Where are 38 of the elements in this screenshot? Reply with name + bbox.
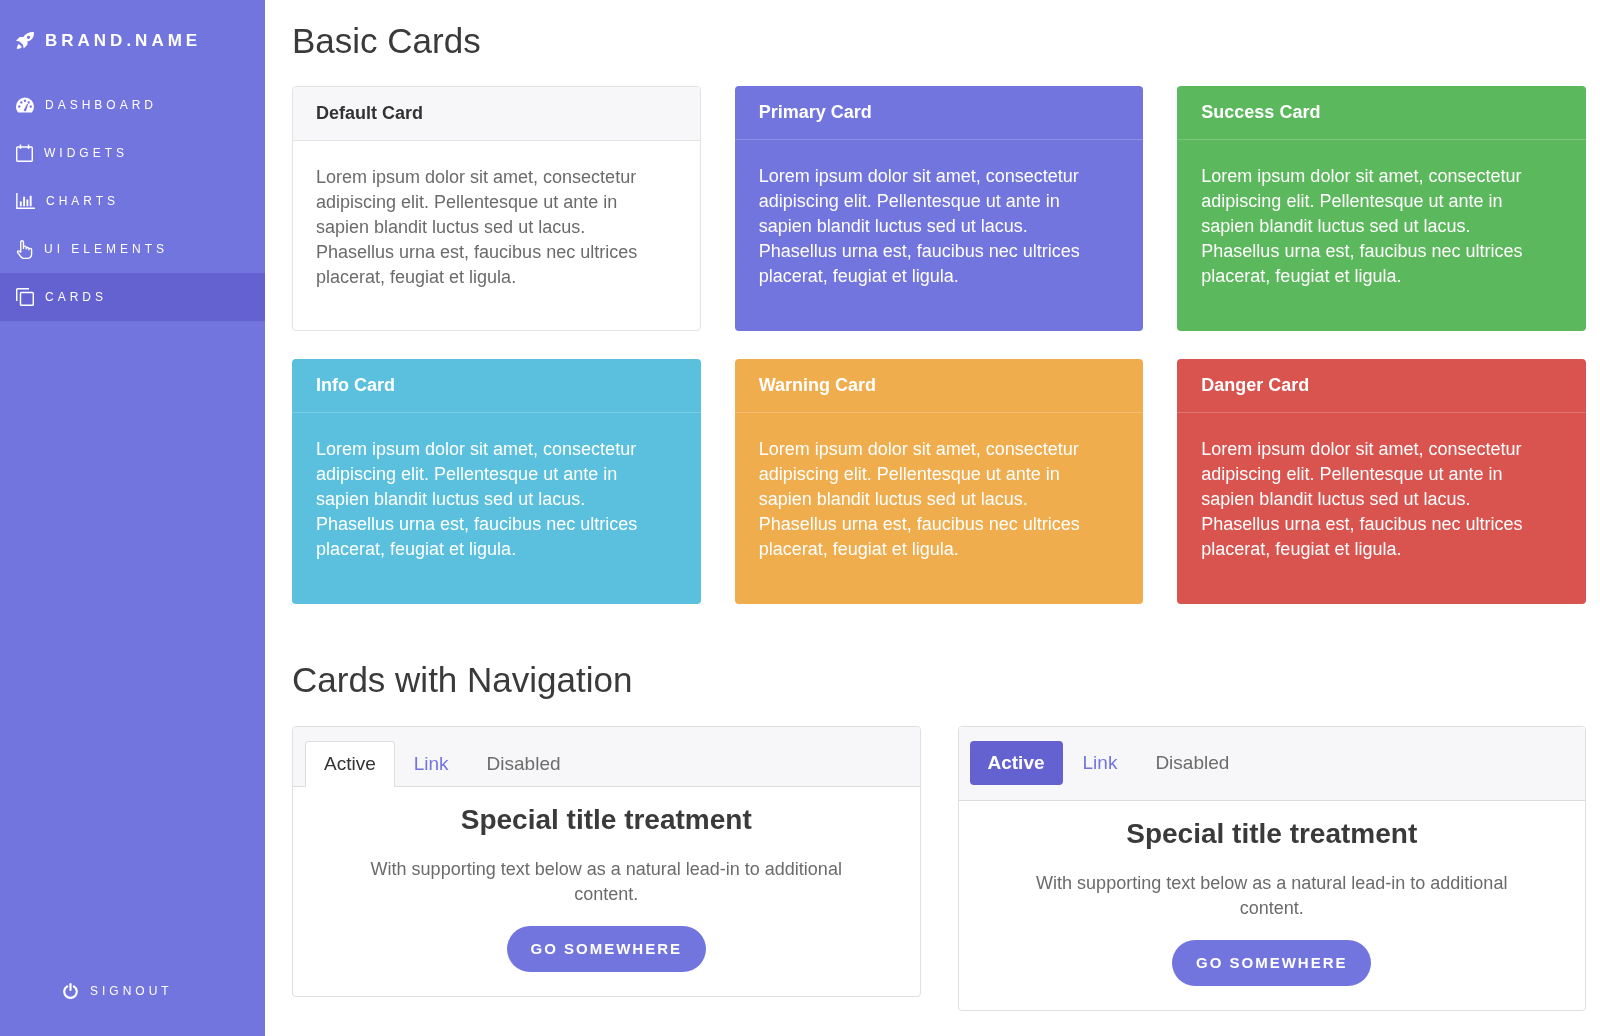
brand-link[interactable]: BRAND.NAME: [0, 0, 265, 81]
section-heading: Cards with Navigation: [292, 659, 633, 701]
card-text: Lorem ipsum dolor sit amet, consectetur adipiscing elit. Pellentesque ut ante in sapien blandit luctus sed ut lacus. Phasellus urna est, faucibus nec ultrices placerat, feugiat et ligula.: [1201, 165, 1524, 288]
card-title: Success Card: [1201, 101, 1321, 124]
sidebar-item[interactable]: UI ELEMENTS: [0, 225, 265, 273]
tab[interactable]: Link: [1064, 741, 1136, 785]
tab[interactable]: Active: [305, 741, 395, 787]
card-text: Lorem ipsum dolor sit amet, consectetur adipiscing elit. Pellentesque ut ante in sapien blandit luctus sed ut lacus. Phasellus urna est, faucibus nec ultrices placerat, feugiat et ligula.: [316, 166, 639, 289]
stacked-squares-icon: [16, 288, 34, 306]
sidebar-item[interactable]: CHARTS: [0, 177, 265, 225]
card-title: Special title treatment: [1126, 818, 1418, 850]
sidebar-item[interactable]: DASHBOARD: [0, 81, 265, 129]
card-title: Special title treatment: [460, 804, 752, 836]
gauge-icon: [16, 97, 34, 113]
card-text: Lorem ipsum dolor sit amet, consectetur adipiscing elit. Pellentesque ut ante in sapien blandit luctus sed ut lacus. Phasellus urna est, faucibus nec ultrices placerat, feugiat et ligula.: [316, 438, 639, 561]
sidebar-item[interactable]: CARDS: [0, 273, 265, 321]
tab[interactable]: Link: [394, 741, 468, 787]
action-button[interactable]: GO SOMEWHERE: [506, 926, 706, 972]
signout-link[interactable]: SIGNOUT: [63, 979, 173, 1003]
tab[interactable]: Active: [969, 741, 1063, 785]
rocket-icon: [16, 31, 34, 50]
card-title: Info Card: [316, 374, 395, 397]
sidebar-item[interactable]: WIDGETS: [0, 129, 265, 177]
card-text: Lorem ipsum dolor sit amet, consectetur adipiscing elit. Pellentesque ut ante in sapien blandit luctus sed ut lacus. Phasellus urna est, faucibus nec ultrices placerat, feugiat et ligula.: [758, 165, 1081, 288]
section-heading: Basic Cards: [292, 20, 481, 62]
pointing-hand-icon: [16, 239, 33, 259]
calendar-icon: [16, 144, 33, 162]
card-title: Danger Card: [1201, 374, 1310, 397]
card-text: Lorem ipsum dolor sit amet, consectetur adipiscing elit. Pellentesque ut ante in sapien blandit luctus sed ut lacus. Phasellus urna est, faucibus nec ultrices placerat, feugiat et ligula.: [1201, 438, 1524, 561]
card-title: Primary Card: [758, 101, 872, 124]
bar-chart-icon: [16, 193, 35, 209]
card-title: Warning Card: [758, 374, 876, 397]
card-title: Default Card: [316, 102, 423, 125]
card-text: With supporting text below as a natural lead-in to additional content.: [1035, 872, 1509, 920]
action-button[interactable]: GO SOMEWHERE: [1172, 940, 1372, 986]
card-text: Lorem ipsum dolor sit amet, consectetur adipiscing elit. Pellentesque ut ante in sapien blandit luctus sed ut lacus. Phasellus urna est, faucibus nec ultrices placerat, feugiat et ligula.: [758, 438, 1081, 561]
card-text: With supporting text below as a natural lead-in to additional content.: [369, 858, 843, 906]
power-icon: [63, 983, 78, 999]
